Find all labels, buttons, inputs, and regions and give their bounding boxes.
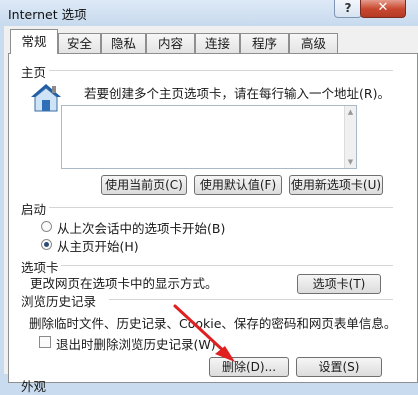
home-page-instruction: 若要创建多个主页选项卡，请在每行输入一个地址(R)。: [84, 86, 390, 101]
appearance-heading: 外观: [21, 379, 47, 394]
url-scrollbar[interactable]: ▲ ▼: [344, 106, 356, 168]
last-session-label[interactable]: 从上次会话中的选项卡开始(B): [57, 218, 225, 237]
tabs-separator: [61, 265, 393, 266]
delete-on-exit-checkbox[interactable]: [39, 336, 51, 348]
browsing-history-heading: 浏览历史记录: [21, 294, 97, 309]
title-bar: Internet 选项 ? ✕: [0, 0, 418, 26]
home-page-heading: 主页: [21, 65, 47, 80]
tab-content[interactable]: 内容: [146, 33, 195, 53]
home-page-url-input[interactable]: ▲ ▼: [61, 105, 357, 169]
scroll-up-icon[interactable]: ▲: [345, 106, 356, 118]
tabs-button[interactable]: 选项卡(T): [297, 274, 381, 294]
use-current-button[interactable]: 使用当前页(C): [101, 175, 187, 195]
tab-connections[interactable]: 连接: [195, 33, 240, 53]
settings-button[interactable]: 设置(S): [296, 357, 382, 377]
scroll-down-icon[interactable]: ▼: [345, 156, 356, 168]
startup-heading: 启动: [21, 202, 47, 217]
tab-programs[interactable]: 程序: [240, 33, 289, 53]
startup-separator: [49, 207, 393, 208]
use-new-tab-button[interactable]: 使用新选项卡(U): [289, 175, 383, 195]
tab-advanced[interactable]: 高级: [289, 33, 338, 53]
internet-options-dialog: 常规 安全 隐私 内容 连接 程序 高级 主页 若要创建多个主页选项卡，请在每行…: [4, 26, 418, 394]
use-default-button[interactable]: 使用默认值(F): [194, 175, 282, 195]
annotation-arrow: [173, 304, 235, 362]
home-page-radio[interactable]: [41, 239, 52, 250]
window-title: Internet 选项: [8, 7, 87, 22]
home-page-radio-label[interactable]: 从主页开始(H): [57, 236, 139, 255]
general-tab-panel: 主页 若要创建多个主页选项卡，请在每行输入一个地址(R)。 ▲ ▼ 使用当前页(…: [8, 53, 418, 394]
close-button[interactable]: ✕: [360, 0, 406, 18]
tab-privacy[interactable]: 隐私: [101, 33, 146, 53]
tab-general[interactable]: 常规: [10, 29, 58, 54]
last-session-radio[interactable]: [41, 221, 52, 232]
home-icon: [29, 82, 63, 114]
help-button[interactable]: ?: [334, 0, 362, 18]
tab-security[interactable]: 安全: [58, 33, 101, 53]
browsing-history-separator: [109, 299, 393, 300]
home-page-separator: [49, 70, 393, 71]
tabs-description: 更改网页在选项卡中的显示方式。: [30, 276, 218, 291]
